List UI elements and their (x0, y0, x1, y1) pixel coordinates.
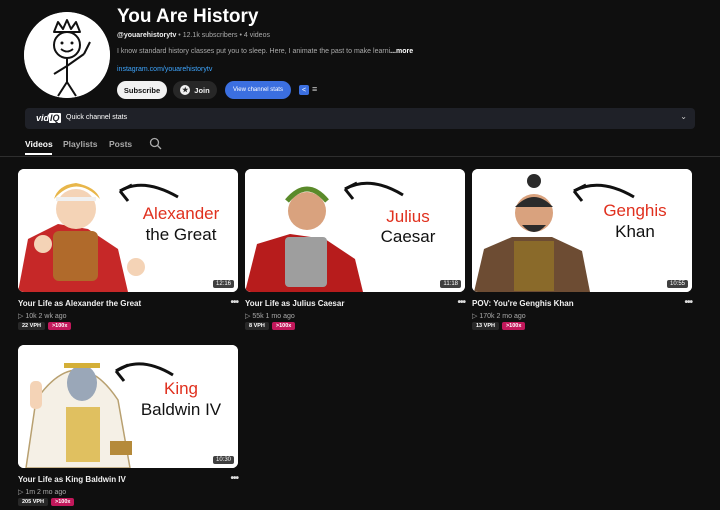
video-title[interactable]: POV: You're Genghis Khan (472, 299, 574, 308)
video-meta: ▷ 55k 1 mo ago (245, 313, 295, 320)
tabs-divider (0, 156, 720, 157)
channel-meta: @youarehistorytv • 12.1k subscribers • 4… (117, 32, 270, 39)
more-options-icon[interactable]: ••• (684, 297, 692, 308)
join-star-icon: ★ (180, 85, 191, 95)
tab-playlists[interactable]: Playlists (63, 139, 98, 149)
thumb-title-line1: Julius (386, 207, 430, 226)
stick-figure-king-icon (24, 12, 110, 98)
video-title[interactable]: Your Life as Alexander the Great (18, 299, 141, 308)
channel-handle: @youarehistorytv (117, 32, 177, 39)
thumb-title-line1: Alexander (142, 204, 220, 223)
more-options-icon[interactable]: ••• (457, 297, 465, 308)
vidiq-logo: vidIQ (36, 113, 61, 123)
vidiq-badges: 8 VPH >100x (245, 322, 296, 330)
video-card[interactable]: Alexander the Great 12:16 Your Life as A… (18, 169, 239, 334)
vph-badge: 13 VPH (472, 322, 499, 330)
vidiq-quick-stats-bar[interactable]: vidIQ Quick channel stats ⌄ (25, 108, 695, 129)
active-tab-indicator (25, 153, 52, 155)
video-duration: 11:18 (440, 280, 461, 288)
outlier-badge: >100x (51, 498, 75, 506)
video-duration: 10:55 (666, 280, 688, 288)
subscribe-button[interactable]: Subscribe (117, 81, 167, 99)
video-meta: ▷ 170k 2 mo ago (472, 313, 526, 320)
tab-posts[interactable]: Posts (109, 139, 132, 149)
join-label: Join (194, 85, 210, 95)
video-title[interactable]: Your Life as King Baldwin IV (18, 475, 126, 484)
join-button[interactable]: ★ Join (173, 81, 217, 99)
vph-badge: 22 VPH (18, 322, 45, 330)
outlier-badge: >100x (271, 322, 296, 330)
tab-videos[interactable]: Videos (25, 139, 53, 149)
channel-stats: • 12.1k subscribers • 4 videos (178, 32, 270, 39)
vidiq-badges: 205 VPH >100x (18, 498, 75, 506)
video-duration: 12:16 (212, 280, 234, 288)
channel-name: You Are History (117, 6, 259, 27)
vph-badge: 205 VPH (18, 498, 49, 506)
video-duration: 10:30 (212, 456, 234, 464)
video-thumbnail[interactable]: King Baldwin IV 10:30 (18, 345, 238, 468)
video-card[interactable]: Julius Caesar 11:18 Your Life as Julius … (245, 169, 466, 334)
search-icon[interactable] (149, 137, 162, 150)
vph-badge: 8 VPH (245, 322, 269, 330)
chevron-down-icon[interactable]: ⌄ (680, 112, 687, 121)
video-meta: ▷ 1m 2 mo ago (18, 489, 67, 496)
more-options-icon[interactable]: ••• (230, 473, 238, 484)
channel-avatar[interactable] (24, 12, 110, 98)
video-thumbnail[interactable]: Alexander the Great 12:16 (18, 169, 238, 292)
video-thumbnail[interactable]: Julius Caesar 11:18 (245, 169, 465, 292)
thumb-title-line2: Caesar (380, 227, 436, 246)
more-options-icon[interactable]: ••• (230, 297, 238, 308)
video-thumbnail[interactable]: Genghis Khan 10:55 (472, 169, 692, 292)
view-channel-stats-button[interactable]: View channel stats (225, 81, 291, 99)
thumb-title-line2: the Great (145, 225, 217, 244)
thumb-title-line2: Baldwin IV (140, 400, 222, 419)
video-card[interactable]: King Baldwin IV 10:30 Your Life as King … (18, 345, 239, 510)
video-card[interactable]: Genghis Khan 10:55 POV: You're Genghis K… (472, 169, 693, 334)
channel-description[interactable]: I know standard history classes put you … (117, 48, 413, 55)
thumb-title-line2: Khan (615, 222, 655, 241)
outlier-badge: >100x (501, 322, 526, 330)
share-icon[interactable]: < (299, 85, 309, 95)
vidiq-badges: 13 VPH >100x (472, 322, 526, 330)
outlier-badge: >100x (47, 322, 72, 330)
video-title[interactable]: Your Life as Julius Caesar (245, 299, 344, 308)
channel-link[interactable]: instagram.com/youarehistorytv (117, 66, 212, 73)
vidiq-label: Quick channel stats (66, 114, 128, 121)
description-text: I know standard history classes put you … (117, 48, 391, 55)
thumb-title-line1: Genghis (603, 201, 667, 220)
more-link[interactable]: ...more (390, 48, 413, 55)
vidiq-badges: 22 VPH >100x (18, 322, 72, 330)
video-meta: ▷ 10k 2 wk ago (18, 313, 67, 320)
menu-icon[interactable]: ≡ (312, 84, 321, 94)
thumb-title-line1: King (163, 379, 199, 398)
